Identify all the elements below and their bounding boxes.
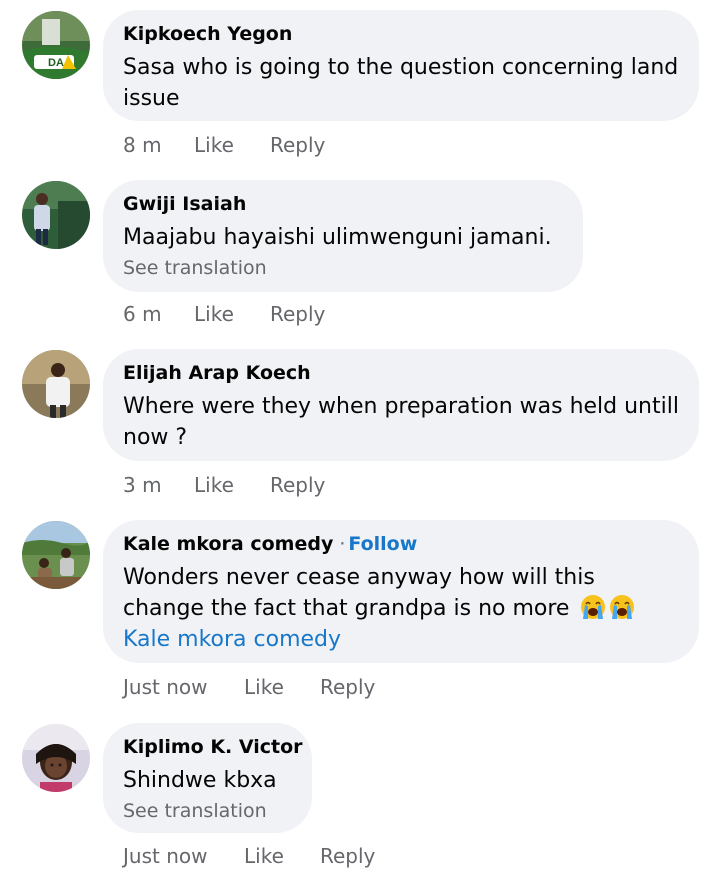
comment-bubble: Kale mkora comedy · Follow Wonders never c… (103, 520, 699, 663)
comment-actions: 6 m Like Reply (123, 299, 325, 329)
comment-bubble: Kiplimo K. Victor Shindwe kbxa See trans… (103, 723, 312, 833)
avatar[interactable] (22, 350, 90, 418)
comment-time[interactable]: 3 m (123, 470, 194, 500)
comment-author[interactable]: Kipkoech Yegon (123, 22, 679, 46)
avatar[interactable]: DA (22, 11, 90, 79)
avatar-image (22, 521, 90, 589)
comment-text: Where were they when preparation was hel… (123, 394, 679, 450)
avatar-image (22, 181, 90, 249)
comment-author[interactable]: Elijah Arap Koech (123, 361, 679, 385)
avatar[interactable] (22, 724, 90, 792)
avatar-image (22, 350, 90, 418)
like-button[interactable]: Like (244, 841, 320, 871)
reply-button[interactable]: Reply (270, 299, 325, 329)
comment-text: Wonders never cease anyway how will this… (123, 565, 595, 621)
see-translation-link[interactable]: See translation (123, 255, 563, 281)
comment-bubble: Gwiji Isaiah Maajabu hayaishi ulimwengun… (103, 180, 583, 292)
reply-button[interactable]: Reply (270, 130, 325, 160)
comment-actions: Just now Like Reply (123, 672, 375, 702)
comment-actions: 3 m Like Reply (123, 470, 325, 500)
avatar[interactable] (22, 521, 90, 589)
comment-bubble: Elijah Arap Koech Where were they when p… (103, 349, 699, 461)
comment-text-line: Wonders never cease anyway how will this… (123, 562, 679, 624)
comment-time[interactable]: Just now (123, 841, 244, 871)
loudly-crying-face-icon (610, 595, 635, 619)
comment-time[interactable]: 6 m (123, 299, 194, 329)
comment-text: Sasa who is going to the question concer… (123, 55, 679, 111)
reply-button[interactable]: Reply (270, 470, 325, 500)
comment-actions: Just now Like Reply (123, 841, 375, 871)
comment-author[interactable]: Kiplimo K. Victor (123, 735, 303, 759)
comment-text: Shindwe kbxa (123, 768, 277, 793)
loudly-crying-face-icon (581, 595, 606, 619)
comment-author-line: Kale mkora comedy · Follow (123, 532, 679, 556)
see-translation-link[interactable]: See translation (123, 798, 292, 824)
avatar[interactable] (22, 181, 90, 249)
follow-button[interactable]: Follow (348, 533, 417, 555)
comment-author[interactable]: Gwiji Isaiah (123, 192, 563, 216)
comment-time[interactable]: Just now (123, 672, 244, 702)
separator-dot: · (339, 533, 346, 555)
tagged-page-link[interactable]: Kale mkora comedy (123, 624, 679, 655)
comment-author[interactable]: Kale mkora comedy (123, 533, 333, 555)
reply-button[interactable]: Reply (320, 841, 375, 871)
comment-actions: 8 m Like Reply (123, 130, 325, 160)
like-button[interactable]: Like (244, 672, 320, 702)
like-button[interactable]: Like (194, 299, 270, 329)
comment-time[interactable]: 8 m (123, 130, 194, 160)
reply-button[interactable]: Reply (320, 672, 375, 702)
avatar-image: DA (22, 11, 90, 79)
comment-bubble: Kipkoech Yegon Sasa who is going to the … (103, 10, 699, 121)
like-button[interactable]: Like (194, 470, 270, 500)
like-button[interactable]: Like (194, 130, 270, 160)
avatar-image (22, 724, 90, 792)
comment-text: Maajabu hayaishi ulimwenguni jamani. (123, 225, 552, 250)
avatar-logo-text: DA (48, 57, 64, 69)
